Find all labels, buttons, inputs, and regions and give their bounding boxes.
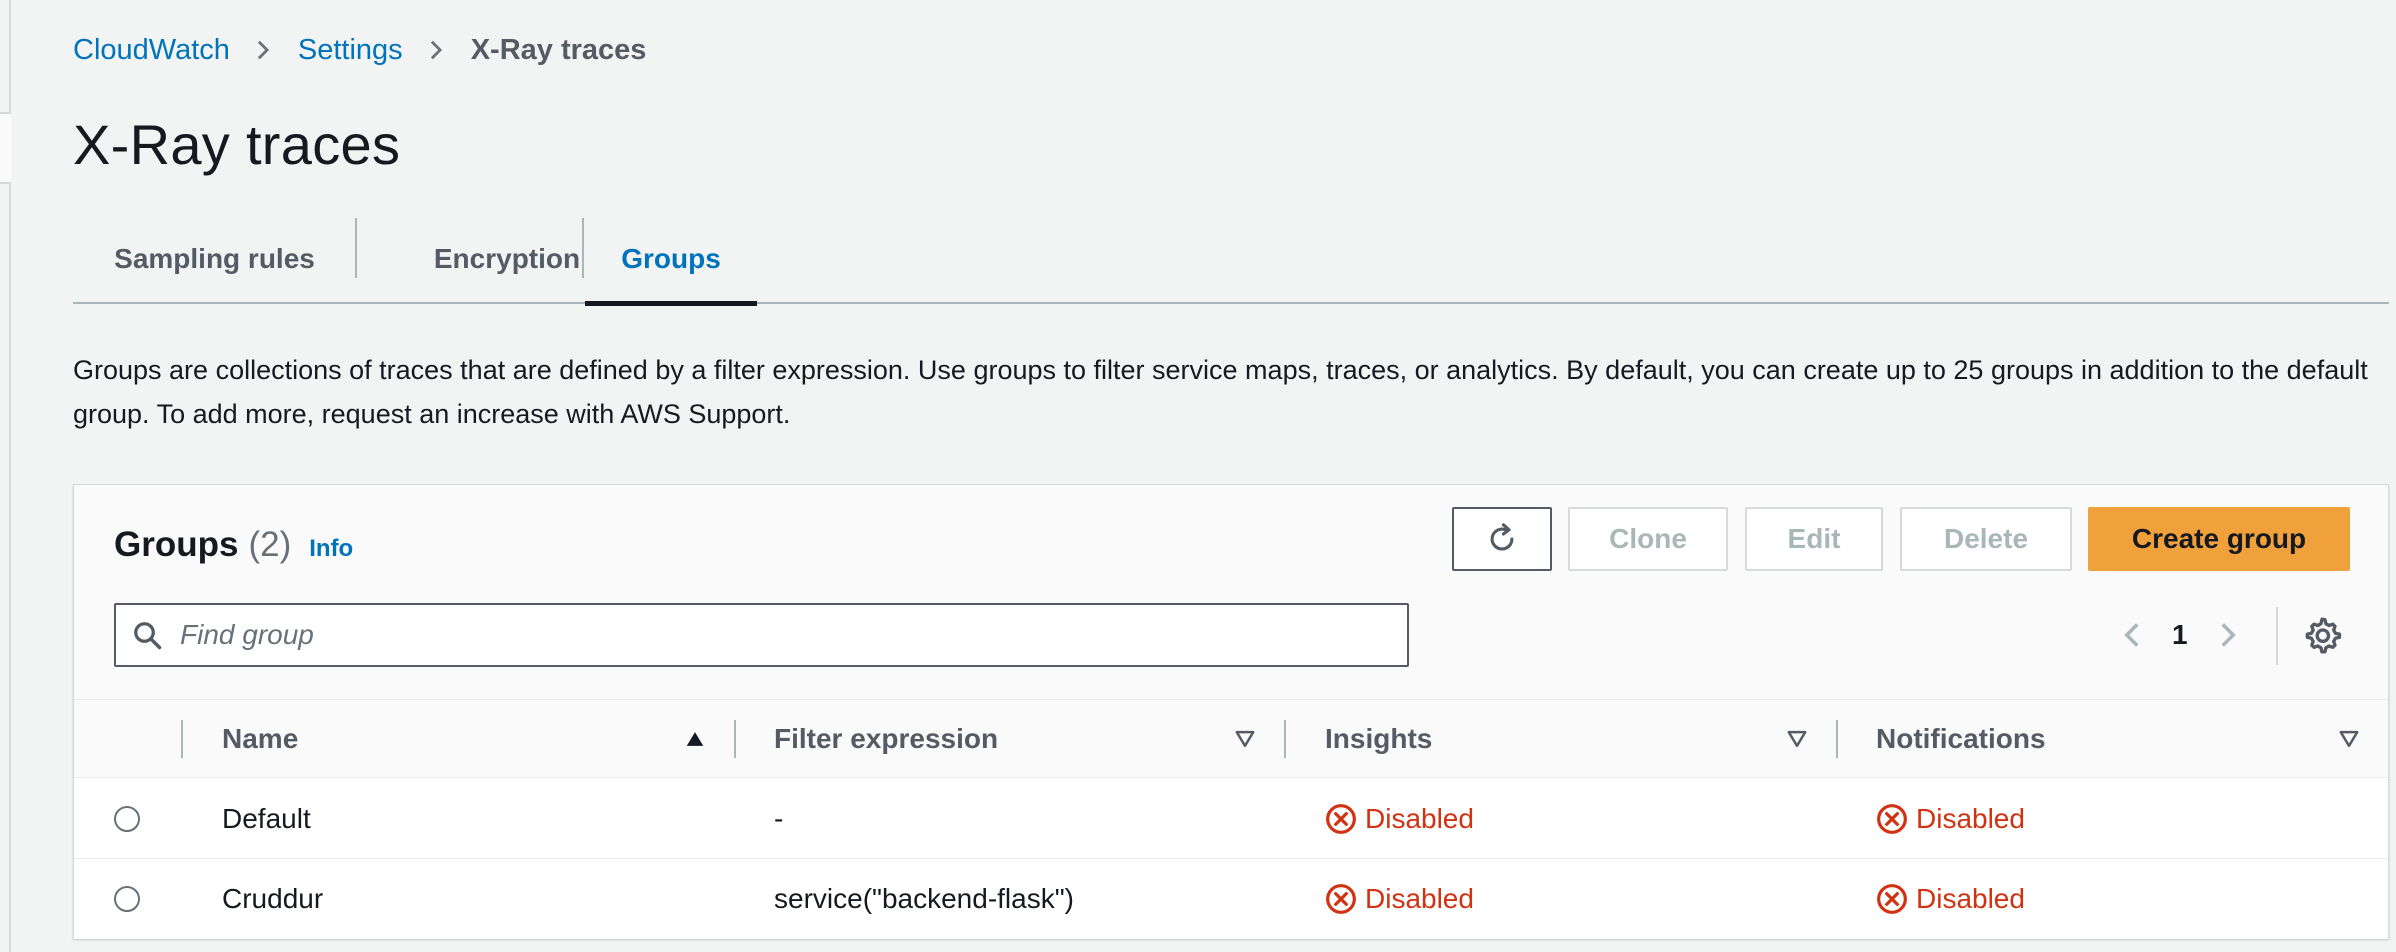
breadcrumb-settings[interactable]: Settings — [298, 34, 403, 67]
search-input[interactable] — [180, 619, 1360, 651]
table-row[interactable]: Cruddur service("backend-flask") Disable… — [74, 859, 2388, 939]
column-divider — [181, 720, 183, 758]
groups-description: Groups are collections of traces that ar… — [73, 355, 2368, 429]
panel-title-text: Groups — [114, 525, 239, 564]
breadcrumb: CloudWatch Settings X-Ray traces — [73, 28, 646, 72]
page-number[interactable]: 1 — [2172, 619, 2188, 651]
clone-button[interactable]: Clone — [1568, 507, 1728, 571]
insights-status-label: Disabled — [1365, 803, 1474, 834]
breadcrumb-current: X-Ray traces — [470, 33, 647, 66]
status-error-icon — [1877, 804, 1907, 834]
sort-descending-icon[interactable] — [2338, 728, 2360, 750]
tab-divider — [582, 218, 584, 278]
notifications-status-label: Disabled — [1916, 883, 2025, 914]
chevron-right-icon — [430, 40, 442, 60]
create-group-button[interactable]: Create group — [2088, 507, 2350, 571]
insights-status-label: Disabled — [1365, 883, 1474, 914]
navigation-toggle-edge — [0, 112, 11, 184]
edit-button[interactable]: Edit — [1745, 507, 1883, 571]
column-header-name[interactable]: Name — [222, 700, 298, 778]
pagination: 1 — [2118, 603, 2242, 667]
insights-status: Disabled — [1325, 859, 1474, 939]
groups-count: (2) — [248, 525, 292, 564]
column-header-filter-expression[interactable]: Filter expression — [774, 700, 998, 778]
row-select-radio[interactable] — [114, 886, 140, 912]
column-divider — [1284, 720, 1286, 758]
previous-page-icon[interactable] — [2118, 621, 2146, 649]
filter-expression: service("backend-flask") — [774, 883, 1074, 914]
chevron-right-icon — [257, 40, 269, 60]
row-select-radio[interactable] — [114, 806, 140, 832]
groups-table-container: Groups (2) Info Clone Edit Delete Create… — [73, 484, 2389, 939]
search-icon — [134, 622, 162, 650]
sort-descending-icon[interactable] — [1234, 728, 1256, 750]
column-divider — [1836, 720, 1838, 758]
filter-expression: - — [774, 803, 784, 834]
status-error-icon — [1877, 884, 1907, 914]
group-name: Default — [222, 803, 311, 834]
column-header-insights[interactable]: Insights — [1325, 700, 1432, 778]
pager-divider — [2276, 607, 2278, 665]
column-divider — [734, 720, 736, 758]
status-error-icon — [1326, 804, 1356, 834]
panel-title: Groups (2) Info — [114, 525, 353, 565]
tab-sampling-rules[interactable]: Sampling rules — [73, 214, 356, 304]
table-header: Name Filter expression Insights Notifica… — [74, 700, 2388, 778]
group-name: Cruddur — [222, 883, 324, 914]
refresh-icon — [1490, 523, 1514, 551]
tab-groups[interactable]: Groups — [585, 214, 757, 306]
info-link[interactable]: Info — [309, 535, 353, 563]
gear-icon[interactable] — [2302, 615, 2342, 655]
next-page-icon[interactable] — [2214, 621, 2242, 649]
notifications-status: Disabled — [1876, 859, 2025, 939]
delete-button[interactable]: Delete — [1900, 507, 2072, 571]
notifications-status-label: Disabled — [1916, 803, 2025, 834]
column-header-notifications[interactable]: Notifications — [1876, 700, 2046, 778]
table-row[interactable]: Default - Disabled Disabled — [74, 779, 2388, 859]
tab-list: Sampling rules Encryption Groups — [73, 214, 2389, 306]
sort-ascending-icon[interactable] — [684, 728, 706, 750]
page-title: X-Ray traces — [73, 113, 401, 176]
notifications-status: Disabled — [1876, 779, 2025, 859]
left-navigation-rail — [0, 0, 11, 952]
insights-status: Disabled — [1325, 779, 1474, 859]
groups-panel-header: Groups (2) Info Clone Edit Delete Create… — [74, 485, 2388, 700]
breadcrumb-cloudwatch[interactable]: CloudWatch — [73, 34, 230, 67]
search-box — [114, 603, 1409, 667]
sort-descending-icon[interactable] — [1786, 728, 1808, 750]
status-error-icon — [1326, 884, 1356, 914]
refresh-button[interactable] — [1452, 507, 1552, 571]
